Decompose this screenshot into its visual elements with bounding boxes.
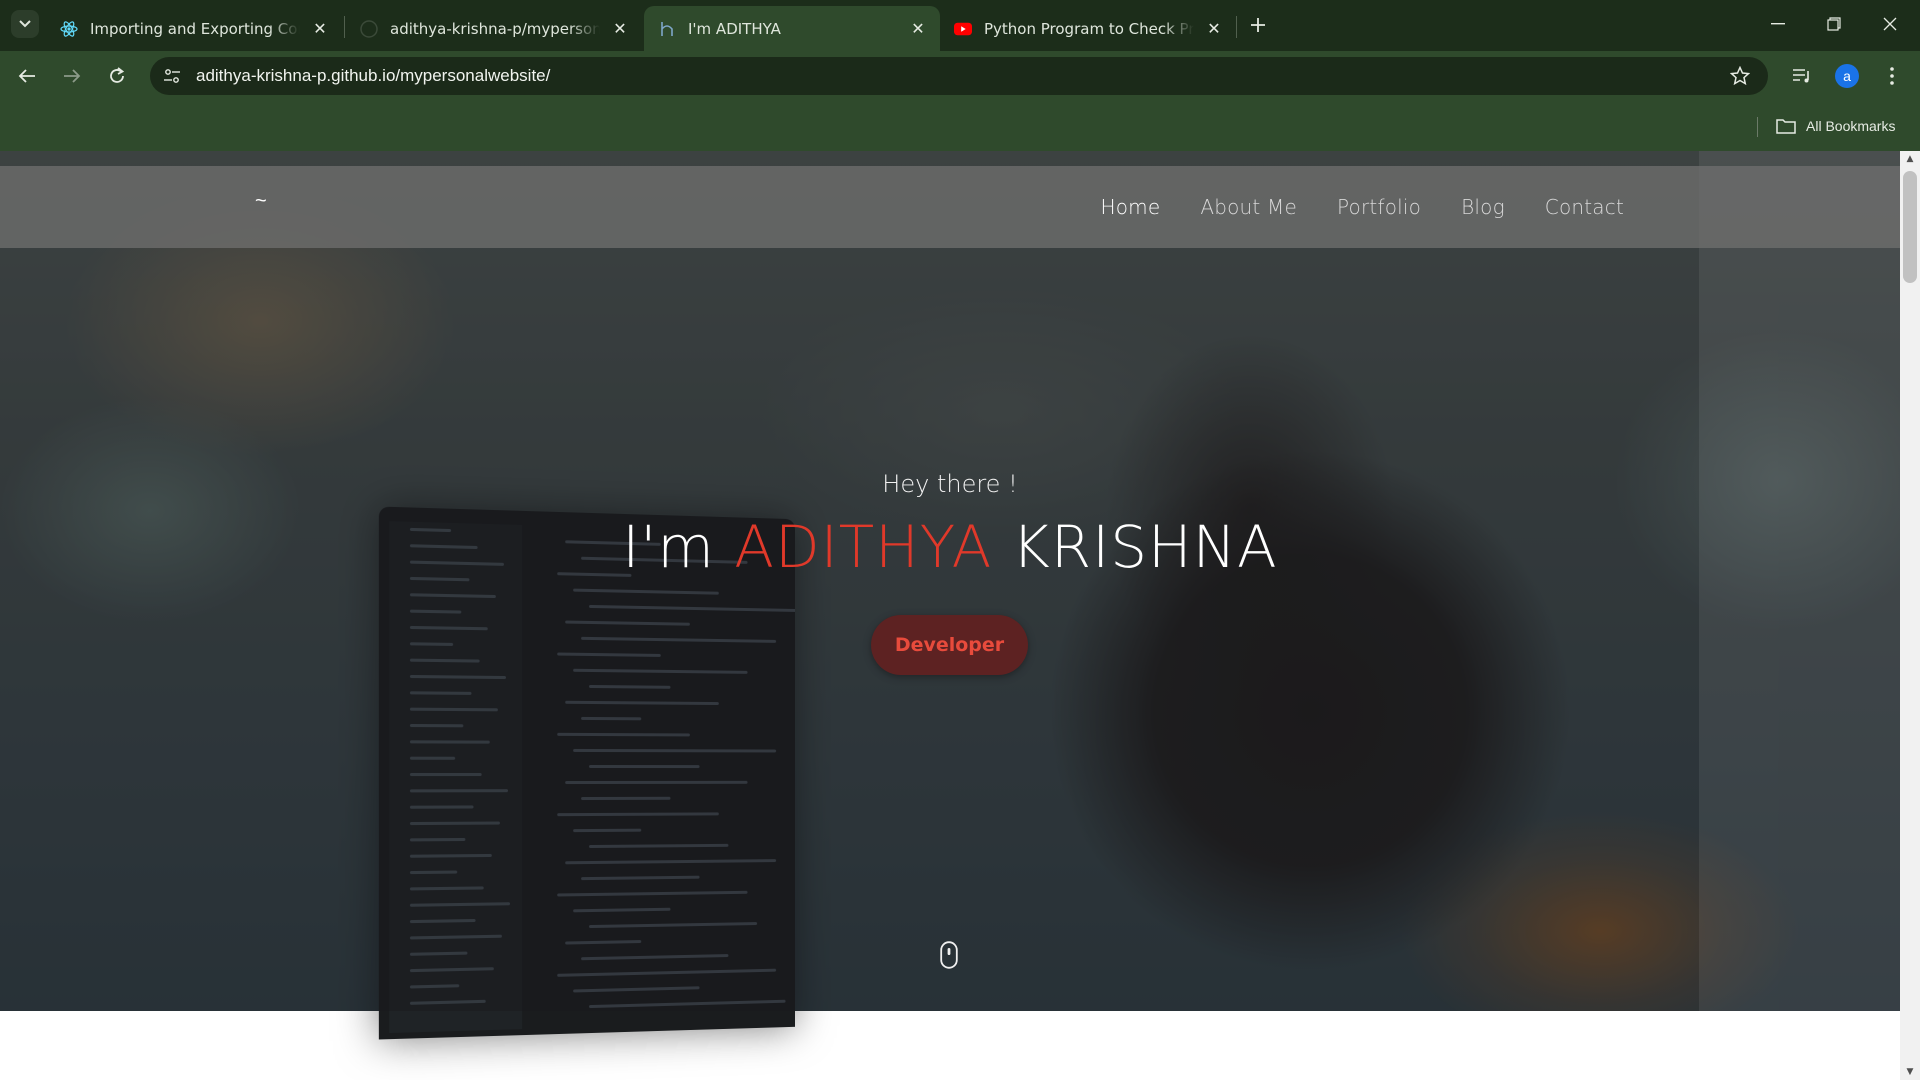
browser-toolbar: adithya-krishna-p.github.io/mypersonalwe… — [0, 51, 1920, 101]
tab-github-repo[interactable]: adithya-krishna-p/mypersonalw ✕ — [346, 6, 642, 51]
site-brand[interactable]: ~ — [255, 190, 267, 213]
forward-button[interactable] — [55, 59, 89, 93]
new-tab-button[interactable] — [1245, 12, 1271, 38]
site-navbar: ~ Home About Me Portfolio Blog Contact — [0, 166, 1900, 248]
avatar-initial: a — [1843, 68, 1851, 84]
arrow-left-icon — [18, 69, 35, 83]
reading-list-button[interactable] — [1787, 61, 1817, 91]
nav-about-me[interactable]: About Me — [1200, 195, 1297, 219]
profile-button[interactable]: a — [1832, 61, 1862, 91]
tab-title: I'm ADITHYA — [688, 19, 781, 38]
chevron-down-icon — [19, 20, 31, 28]
close-icon[interactable]: ✕ — [610, 19, 630, 39]
close-icon[interactable]: ✕ — [310, 19, 330, 39]
scroll-up-arrow-icon[interactable]: ▲ — [1900, 151, 1920, 167]
page-viewport: Hey there ! I'm ADITHYA KRISHNA Develope… — [0, 151, 1900, 1080]
hero-overlay — [0, 151, 1900, 1011]
tab-im-adithya[interactable]: I'm ADITHYA ✕ — [644, 6, 940, 51]
github-icon — [360, 19, 378, 38]
folder-icon — [1776, 119, 1796, 134]
media-queue-icon — [1793, 69, 1809, 83]
hero-headline: I'm ADITHYA KRISHNA — [0, 513, 1900, 581]
nav-portfolio[interactable]: Portfolio — [1337, 195, 1421, 219]
tab-search-button[interactable] — [11, 10, 39, 38]
bookmark-star-icon[interactable] — [1728, 64, 1752, 88]
nav-blog[interactable]: Blog — [1461, 195, 1505, 219]
tab-strip: Importing and Exporting Comp ✕ adithya-k… — [0, 0, 1920, 51]
bookmarks-bar: All Bookmarks — [0, 101, 1920, 151]
headline-accent-name: ADITHYA — [734, 513, 993, 581]
minimize-icon — [1771, 23, 1785, 25]
tab-title: Python Program to Check Prim — [984, 19, 1194, 38]
close-window-button[interactable] — [1862, 0, 1918, 48]
reload-icon — [110, 67, 125, 83]
tab-separator — [344, 16, 345, 38]
tab-title: adithya-krishna-p/mypersonalw — [390, 19, 600, 38]
close-icon[interactable]: ✕ — [1204, 19, 1224, 39]
all-bookmarks-label: All Bookmarks — [1806, 118, 1896, 134]
url-text[interactable]: adithya-krishna-p.github.io/mypersonalwe… — [196, 66, 550, 86]
bookmarks-separator — [1757, 117, 1758, 137]
react-icon — [60, 20, 78, 38]
scroll-mouse-icon[interactable] — [940, 941, 958, 969]
nav-home[interactable]: Home — [1100, 195, 1160, 219]
minimize-button[interactable] — [1750, 0, 1806, 48]
headline-prefix: I'm — [622, 513, 735, 581]
tab-separator — [1236, 16, 1237, 38]
arrow-right-icon — [64, 69, 81, 83]
tab-importing-exporting[interactable]: Importing and Exporting Comp ✕ — [46, 6, 342, 51]
hero-section: Hey there ! I'm ADITHYA KRISHNA Develope… — [0, 151, 1900, 1040]
hero-greeting: Hey there ! — [882, 470, 1018, 498]
address-bar[interactable]: adithya-krishna-p.github.io/mypersonalwe… — [150, 57, 1768, 95]
site-info-icon[interactable] — [160, 64, 184, 88]
headline-suffix: KRISHNA — [992, 513, 1278, 581]
plus-icon — [1251, 18, 1265, 32]
more-vertical-icon — [1890, 67, 1894, 85]
youtube-icon — [954, 20, 972, 38]
page-scrollbar[interactable]: ▲ ▼ — [1900, 151, 1920, 1080]
restore-icon — [1827, 17, 1841, 31]
scroll-down-arrow-icon[interactable]: ▼ — [1900, 1064, 1920, 1080]
all-bookmarks-button[interactable]: All Bookmarks — [1776, 114, 1895, 138]
site-icon — [658, 20, 676, 38]
scrollbar-thumb[interactable] — [1903, 171, 1917, 283]
nav-contact[interactable]: Contact — [1545, 195, 1624, 219]
site-menu: Home About Me Portfolio Blog Contact — [1100, 166, 1624, 248]
tab-title: Importing and Exporting Comp — [90, 19, 300, 38]
close-icon[interactable]: ✕ — [908, 19, 928, 39]
browser-menu-button[interactable] — [1877, 61, 1907, 91]
close-icon — [1883, 17, 1897, 31]
back-button[interactable] — [10, 59, 44, 93]
avatar: a — [1835, 64, 1859, 88]
tab-python-program[interactable]: Python Program to Check Prim ✕ — [940, 6, 1236, 51]
reload-button[interactable] — [100, 59, 134, 93]
restore-button[interactable] — [1806, 0, 1862, 48]
developer-button[interactable]: Developer — [871, 615, 1028, 675]
